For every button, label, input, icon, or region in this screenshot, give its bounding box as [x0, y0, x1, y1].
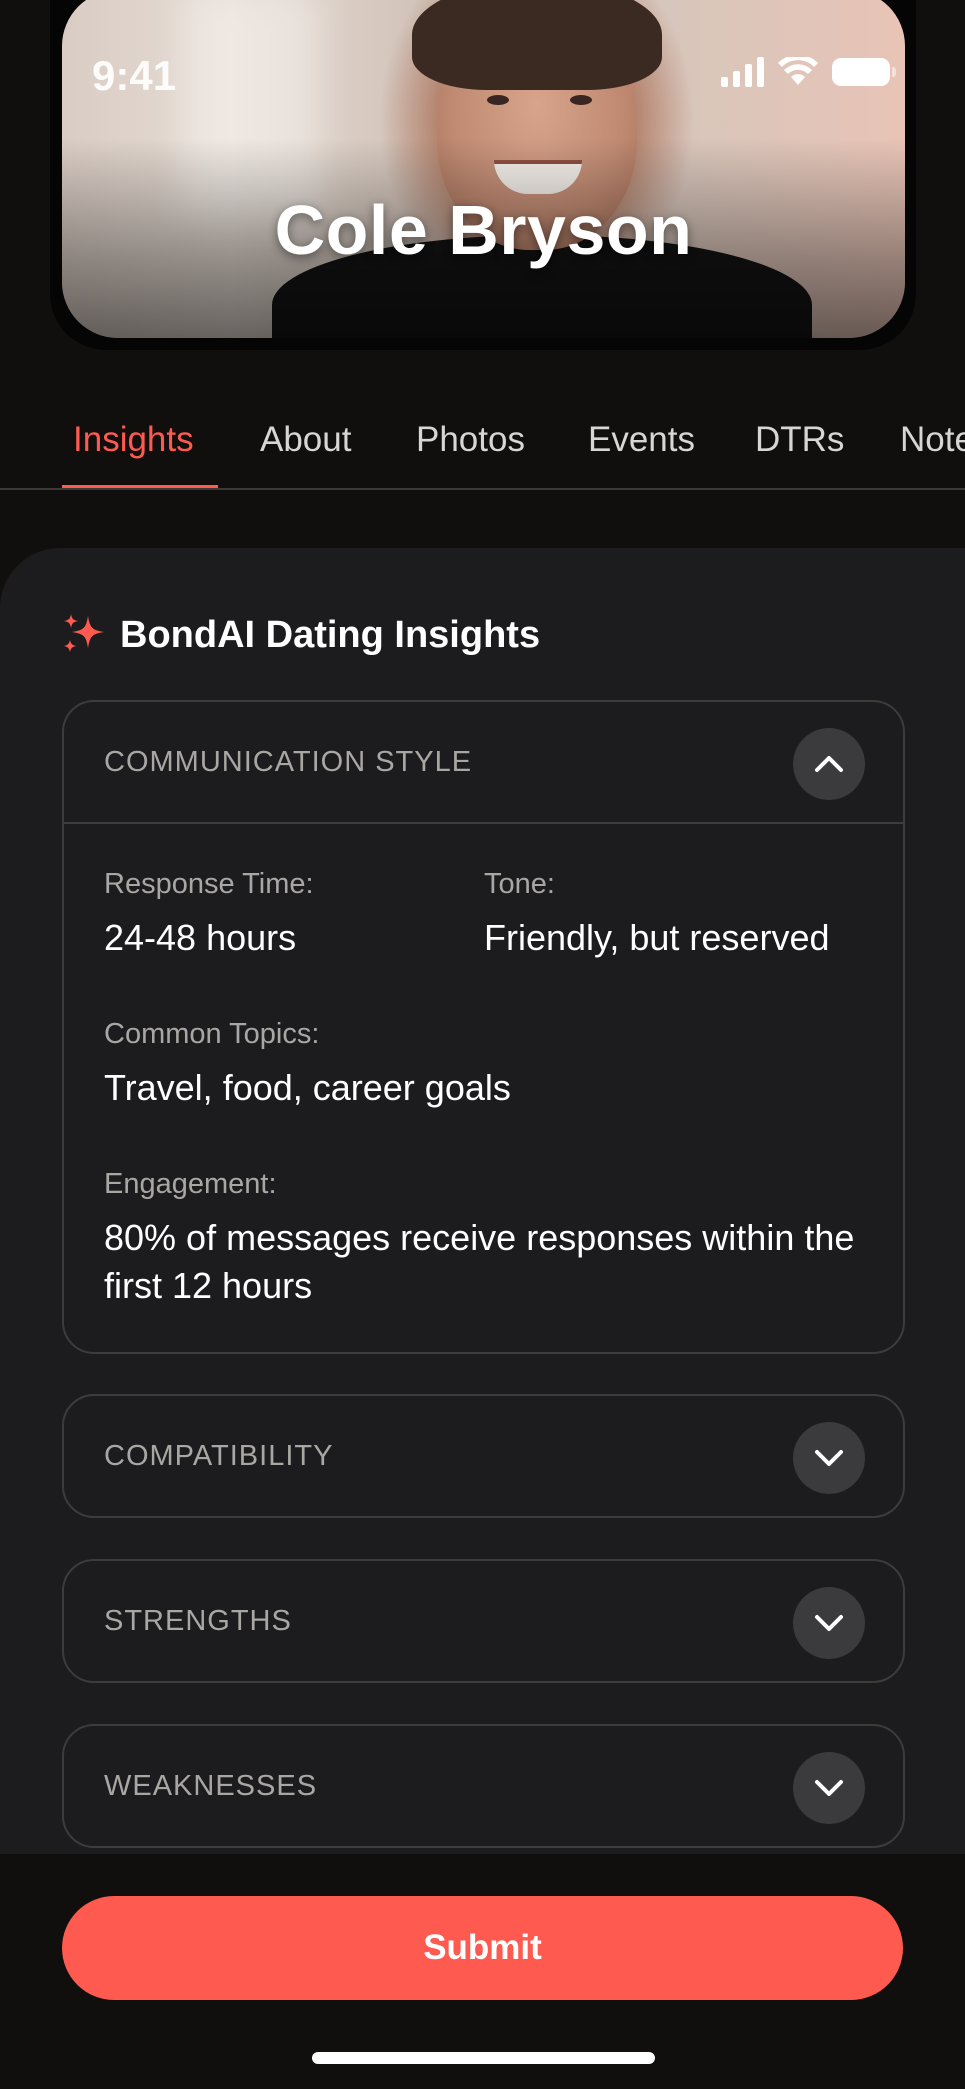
strengths-card[interactable]: STRENGTHS [62, 1559, 905, 1683]
insights-heading: BondAI Dating Insights [62, 612, 540, 658]
communication-style-body: Response Time: 24-48 hours Tone: Friendl… [64, 824, 903, 1352]
tone-label: Tone: [484, 868, 555, 900]
tab-photos[interactable]: Photos [416, 420, 525, 460]
profile-tabs: Insights About Photos Events DTRs Note [0, 400, 965, 490]
submit-button[interactable]: Submit [62, 1896, 903, 2000]
common-topics-value: Travel, food, career goals [104, 1067, 511, 1108]
insights-title: BondAI Dating Insights [120, 613, 541, 656]
card-label: COMMUNICATION STYLE [104, 746, 473, 778]
battery-icon [832, 58, 896, 86]
expand-button[interactable] [793, 1587, 865, 1659]
tone-value: Friendly, but reserved [484, 917, 830, 958]
tab-insights[interactable]: Insights [73, 420, 194, 460]
profile-photo: Cole Bryson [62, 0, 905, 338]
tab-dtrs[interactable]: DTRs [755, 420, 844, 460]
expand-button[interactable] [793, 1422, 865, 1494]
chevron-down-icon [815, 1615, 843, 1631]
collapse-button[interactable] [793, 728, 865, 800]
home-indicator[interactable] [312, 2052, 655, 2064]
weaknesses-header[interactable]: WEAKNESSES [64, 1726, 903, 1846]
expand-button[interactable] [793, 1752, 865, 1824]
chevron-down-icon [815, 1780, 843, 1796]
engagement-label: Engagement: [104, 1168, 277, 1200]
card-label: WEAKNESSES [104, 1770, 318, 1802]
compatibility-header[interactable]: COMPATIBILITY [64, 1396, 903, 1516]
strengths-header[interactable]: STRENGTHS [64, 1561, 903, 1681]
engagement-value: 80% of messages receive responses within… [104, 1217, 855, 1306]
card-label: STRENGTHS [104, 1605, 292, 1637]
cellular-signal-icon [721, 57, 764, 87]
response-time-label: Response Time: [104, 868, 314, 900]
chevron-up-icon [815, 756, 843, 772]
profile-name: Cole Bryson [274, 191, 693, 269]
profile-screen: Cole Bryson 9:41 Insights About Photos E… [0, 0, 965, 2089]
tab-about[interactable]: About [260, 420, 351, 460]
chevron-down-icon [815, 1450, 843, 1466]
sparkles-icon [64, 614, 104, 652]
response-time-value: 24-48 hours [104, 917, 297, 958]
card-label: COMPATIBILITY [104, 1440, 334, 1472]
active-tab-indicator [62, 485, 218, 488]
wifi-icon [778, 57, 818, 85]
weaknesses-card[interactable]: WEAKNESSES [62, 1724, 905, 1848]
status-icons [721, 57, 896, 87]
tab-notes[interactable]: Note [900, 420, 965, 460]
status-time: 9:41 [92, 52, 177, 99]
communication-style-header[interactable]: COMMUNICATION STYLE [64, 702, 903, 822]
compatibility-card[interactable]: COMPATIBILITY [62, 1394, 905, 1518]
communication-style-card: COMMUNICATION STYLE Response Time: 24-48… [62, 700, 905, 1354]
tab-events[interactable]: Events [588, 420, 695, 460]
common-topics-label: Common Topics: [104, 1018, 320, 1050]
